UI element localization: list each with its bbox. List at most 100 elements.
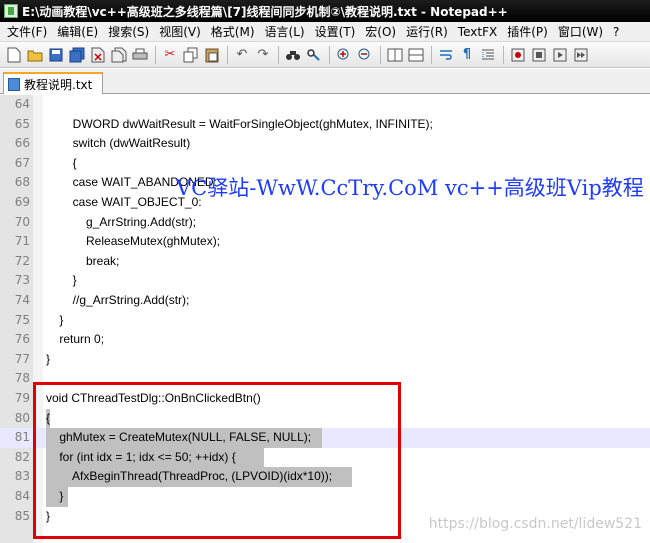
menu-view[interactable]: 视图(V) [154,22,206,42]
menu-settings[interactable]: 设置(T) [310,22,361,42]
code-line: 74 //g_ArrString.Add(str); [0,291,650,311]
toolbar-separator [227,45,228,64]
code-text: g_ArrString.Add(str); [46,214,197,229]
code-text: void CThreadTestDlg::OnBnClickedBtn() [46,391,261,405]
undo-icon[interactable]: ↶ [232,45,252,65]
menu-help[interactable]: ? [608,22,624,42]
line-number: 76 [14,332,30,347]
macro-fast-forward-icon[interactable] [571,45,591,65]
code-line: 78 [0,369,650,389]
menu-edit[interactable]: 编辑(E) [52,22,103,42]
line-number: 75 [14,312,30,327]
line-number: 70 [14,214,30,229]
code-line: 84 } [0,487,650,507]
print-icon[interactable] [130,45,150,65]
toolbar: ✂ ↶ ↷ ¶ [0,42,650,68]
word-wrap-icon[interactable] [436,45,456,65]
code-text: } [46,312,64,327]
code-text: return 0; [46,332,105,347]
new-file-icon[interactable] [4,45,24,65]
indent-guide-icon[interactable] [478,45,498,65]
menu-search[interactable]: 搜索(S) [103,22,154,42]
toolbar-separator [155,45,156,64]
code-text: } [46,489,64,503]
sync-vertical-icon[interactable] [385,45,405,65]
line-number: 84 [14,489,30,503]
code-line: 66 switch (dwWaitResult) [0,134,650,154]
menu-textfx[interactable]: TextFX [453,22,502,42]
code-line: 72 break; [0,252,650,272]
menu-macro[interactable]: 宏(O) [360,22,401,42]
toolbar-separator [278,45,279,64]
copy-icon[interactable] [181,45,201,65]
show-all-chars-icon[interactable]: ¶ [457,45,477,65]
title-bar: E:\动画教程\vc++高级班之多线程篇\[7]线程间同步机制②\教程说明.tx… [0,0,650,22]
notepadpp-app-icon [4,4,18,18]
code-line: 73 } [0,271,650,291]
toolbar-separator [380,45,381,64]
window-title: E:\动画教程\vc++高级班之多线程篇\[7]线程间同步机制②\教程说明.tx… [22,4,508,19]
macro-stop-icon[interactable] [529,45,549,65]
close-all-icon[interactable] [109,45,129,65]
code-line: 83 AfxBeginThread(ThreadProc, (LPVOID)(i… [0,467,650,487]
cut-icon[interactable]: ✂ [160,45,180,65]
line-number: 65 [14,116,30,131]
save-icon[interactable] [46,45,66,65]
code-text: } [46,273,77,288]
menu-run[interactable]: 运行(R) [401,22,453,42]
menu-plugins[interactable]: 插件(P) [502,22,553,42]
menu-file[interactable]: 文件(F) [2,22,52,42]
open-file-icon[interactable] [25,45,45,65]
sync-horizontal-icon[interactable] [406,45,426,65]
line-number: 72 [14,253,30,268]
line-number: 79 [14,391,30,405]
code-text: //g_ArrString.Add(str); [46,293,190,307]
line-number: 67 [14,155,30,170]
code-text: ghMutex = CreateMutex(NULL, FALSE, NULL)… [46,430,312,445]
line-number: 77 [14,351,30,366]
code-line: 76 return 0; [0,330,650,350]
code-line: 65 DWORD dwWaitResult = WaitForSingleObj… [0,115,650,135]
code-text: switch (dwWaitResult) [46,136,191,151]
line-number: 82 [14,449,30,464]
csdn-watermark: https://blog.csdn.net/lidew521 [428,516,642,532]
menu-window[interactable]: 窗口(W) [553,22,608,42]
menu-bar: 文件(F) 编辑(E) 搜索(S) 视图(V) 格式(M) 语言(L) 设置(T… [0,22,650,42]
tab-label: 教程说明.txt [24,77,93,92]
line-number: 66 [14,136,30,151]
code-text: { [46,410,51,425]
close-icon[interactable] [88,45,108,65]
code-text: { [46,155,77,170]
macro-play-icon[interactable] [550,45,570,65]
zoom-in-icon[interactable] [334,45,354,65]
line-number: 69 [14,195,30,209]
tab-tutorial-notes[interactable]: 教程说明.txt [3,72,103,94]
code-text: AfxBeginThread(ThreadProc, (LPVOID)(idx*… [46,469,333,484]
code-line: 70 g_ArrString.Add(str); [0,213,650,233]
redo-icon[interactable]: ↷ [253,45,273,65]
code-line: 80 { [0,408,650,429]
toolbar-separator [329,45,330,64]
zoom-out-icon[interactable] [355,45,375,65]
code-text: ReleaseMutex(ghMutex); [46,234,221,249]
menu-language[interactable]: 语言(L) [260,22,310,42]
replace-icon[interactable] [304,45,324,65]
toolbar-separator [503,45,504,64]
code-text: for (int idx = 1; idx <= 50; ++idx) { [46,449,236,464]
tab-bar: 教程说明.txt [0,69,650,94]
menu-format[interactable]: 格式(M) [206,22,260,42]
code-line-current: 81 ghMutex = CreateMutex(NULL, FALSE, NU… [0,428,650,448]
find-icon[interactable] [283,45,303,65]
saved-file-icon [8,77,20,91]
toolbar-separator [431,45,432,64]
macro-record-icon[interactable] [508,45,528,65]
code-text: } [46,508,51,523]
save-all-icon[interactable] [67,45,87,65]
text-editor[interactable]: 64 65 DWORD dwWaitResult = WaitForSingle… [0,95,650,543]
paste-icon[interactable] [202,45,222,65]
code-line: 67 { [0,154,650,174]
line-number: 83 [14,469,30,484]
line-number: 78 [14,371,30,386]
line-number: 64 [14,97,30,111]
code-text: DWORD dwWaitResult = WaitForSingleObject… [46,116,433,131]
